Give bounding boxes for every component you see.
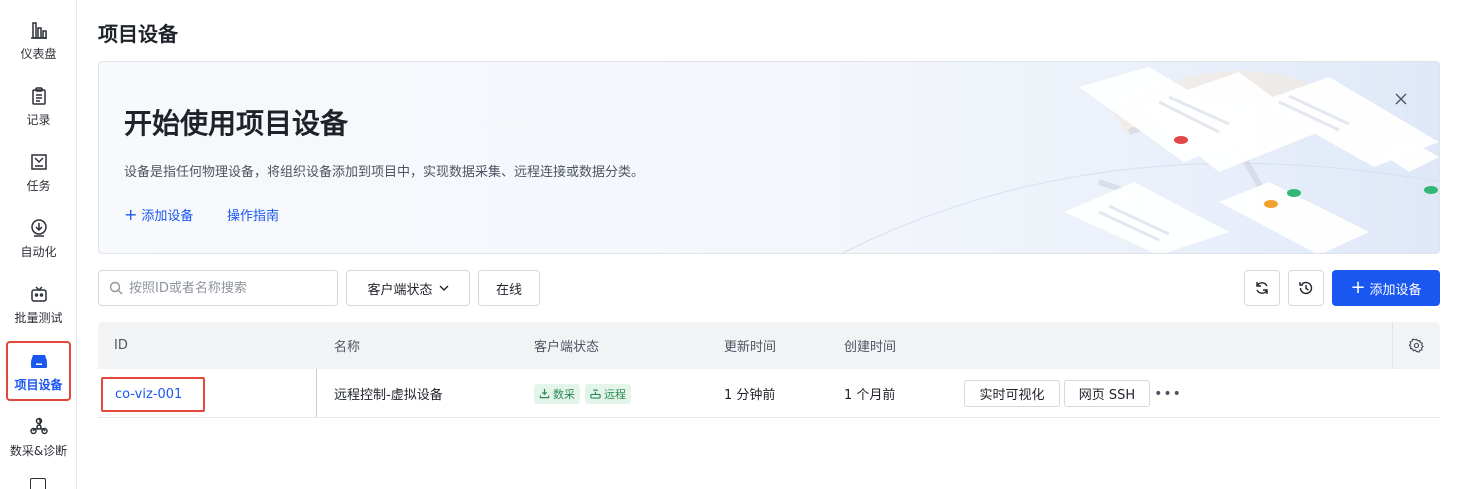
search-input[interactable] (129, 280, 329, 296)
web-ssh-button[interactable]: 网页 SSH (1064, 380, 1150, 407)
banner-add-device-link[interactable]: + 添加设备 (124, 205, 193, 224)
column-header-id: ID (114, 338, 128, 353)
status-badge-label: 数采 (553, 387, 575, 401)
task-icon (28, 151, 50, 173)
column-divider (316, 369, 317, 417)
sidebar-next-icon (30, 478, 46, 489)
sidebar-item-records[interactable]: 记录 (6, 76, 71, 136)
banner-add-device-label: 添加设备 (141, 209, 194, 224)
online-filter-button[interactable]: 在线 (478, 270, 540, 306)
sidebar-item-label: 自动化 (20, 244, 57, 259)
add-device-button[interactable]: + 添加设备 (1332, 270, 1440, 306)
onboarding-banner: 开始使用项目设备 设备是指任何物理设备，将组织设备添加到项目中，实现数据采集、远… (98, 61, 1440, 254)
sidebar-item-label: 批量测试 (14, 310, 63, 325)
column-header-created: 创建时间 (844, 340, 897, 355)
sidebar-item-label: 项目设备 (14, 377, 63, 392)
column-header-client-status: 客户端状态 (534, 340, 600, 355)
close-icon[interactable] (1391, 89, 1411, 109)
refresh-button[interactable] (1244, 270, 1280, 306)
history-button[interactable] (1288, 270, 1324, 306)
radiation-icon (28, 416, 50, 438)
devices-table: ID 名称 客户端状态 更新时间 创建时间 co-viz-001 远程控制-虚拟… (98, 322, 1440, 418)
device-id-link[interactable]: co-viz-001 (101, 377, 205, 412)
column-settings-button[interactable] (1392, 322, 1440, 369)
chevron-down-icon (439, 285, 449, 291)
sidebar-item-label: 记录 (26, 112, 51, 127)
more-actions-icon[interactable]: ••• (1154, 380, 1181, 407)
clipboard-icon (28, 85, 50, 107)
sidebar-item-project-devices[interactable]: 项目设备 (6, 341, 71, 401)
client-status-label: 客户端状态 (367, 282, 433, 298)
status-badge-data-collection: 数采 (534, 383, 580, 404)
router-icon (590, 388, 601, 399)
plus-icon: + (124, 204, 138, 224)
robot-icon (28, 283, 50, 305)
column-header-name: 名称 (334, 340, 361, 355)
plus-icon: + (1350, 277, 1366, 298)
sidebar-item-label: 仪表盘 (20, 46, 57, 61)
automation-icon (28, 217, 50, 239)
client-status-dropdown[interactable]: 客户端状态 (346, 270, 470, 306)
status-badge-remote: 远程 (585, 383, 631, 404)
banner-description: 设备是指任何物理设备，将组织设备添加到项目中，实现数据采集、远程连接或数据分类。 (124, 165, 645, 180)
table-row: co-viz-001 远程控制-虚拟设备 数采 远程 1 分钟前 1 个月前 实… (98, 369, 1440, 418)
download-icon (539, 388, 550, 399)
sidebar-item-label: 数采&诊断 (9, 443, 68, 458)
live-visualization-button[interactable]: 实时可视化 (964, 380, 1060, 407)
gear-icon (1409, 338, 1424, 353)
sidebar-item-dashboard[interactable]: 仪表盘 (6, 10, 71, 70)
search-icon (109, 281, 123, 295)
status-badge-label: 远程 (604, 387, 626, 401)
sidebar-item-data-diagnosis[interactable]: 数采&诊断 (6, 407, 71, 467)
sidebar-item-tasks[interactable]: 任务 (6, 142, 71, 202)
bar-chart-icon (28, 19, 50, 41)
device-name: 远程控制-虚拟设备 (334, 388, 443, 403)
sidebar-item-batch-test[interactable]: 批量测试 (6, 274, 71, 334)
client-status-cell: 数采 远程 (534, 369, 636, 418)
history-icon (1298, 280, 1314, 296)
search-box[interactable] (98, 270, 338, 306)
banner-guide-link[interactable]: 操作指南 (227, 205, 279, 224)
sidebar-item-automation[interactable]: 自动化 (6, 208, 71, 268)
updated-time: 1 分钟前 (724, 388, 776, 403)
banner-illustration (799, 62, 1439, 253)
device-icon (28, 350, 50, 372)
refresh-icon (1254, 280, 1270, 296)
sidebar-item-label: 任务 (26, 178, 51, 193)
add-device-label: 添加设备 (1369, 282, 1422, 298)
table-header: ID 名称 客户端状态 更新时间 创建时间 (98, 322, 1440, 369)
column-header-updated: 更新时间 (724, 340, 777, 355)
created-time: 1 个月前 (844, 388, 896, 403)
sidebar: 仪表盘 记录 任务 自动化 批量测试 项目设备 数采&诊断 (0, 0, 77, 489)
page-title: 项目设备 (98, 22, 178, 46)
banner-title: 开始使用项目设备 (124, 107, 349, 140)
